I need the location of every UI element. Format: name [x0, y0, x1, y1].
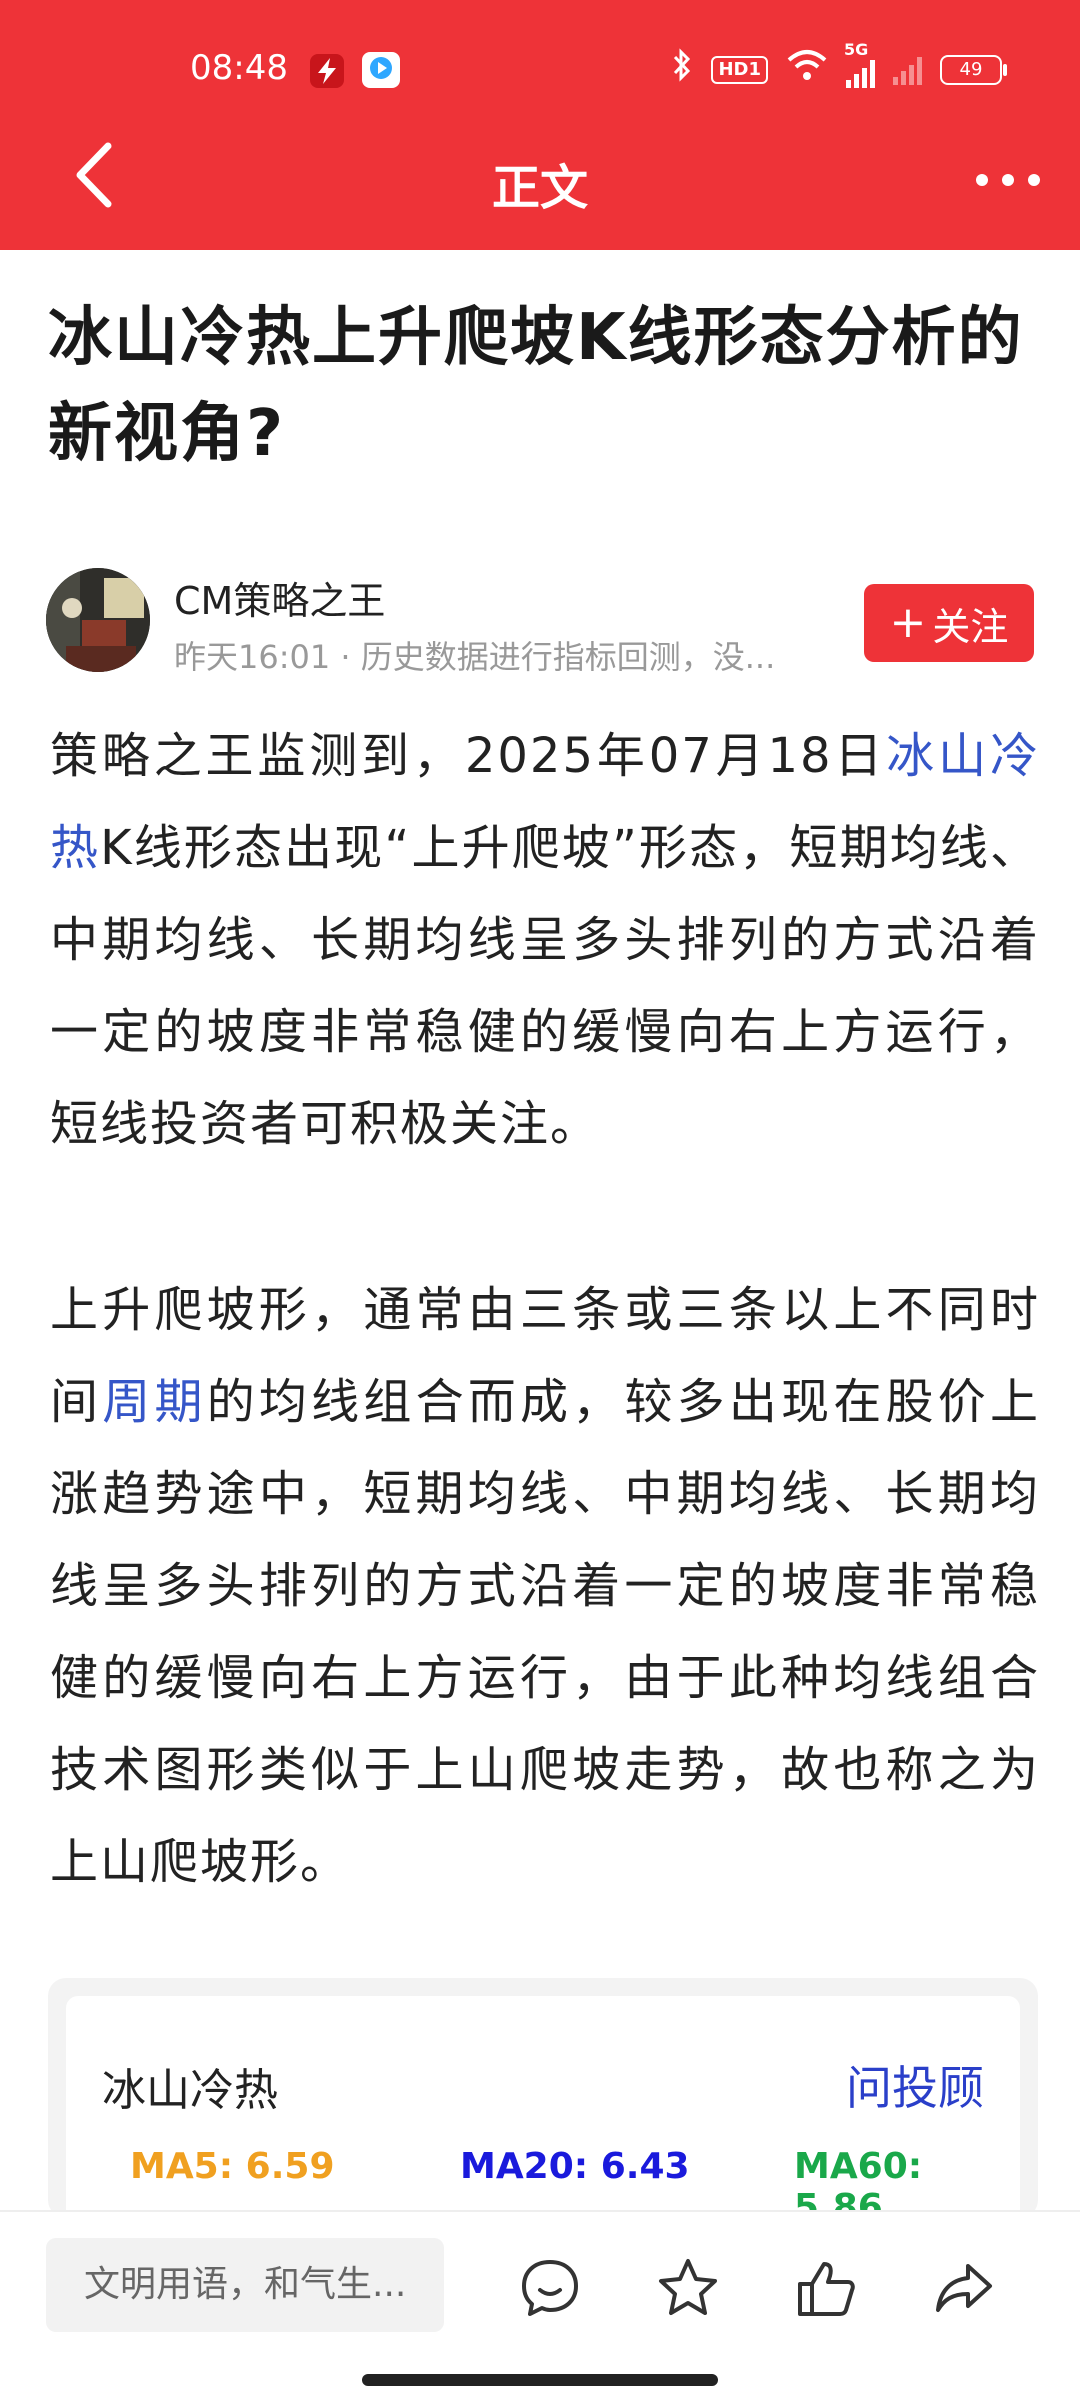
signal-sim2-icon — [893, 55, 922, 85]
follow-label: 关注 — [932, 604, 1009, 649]
term-link[interactable]: 周期 — [102, 1374, 206, 1430]
bottom-action-bar: 文明用语，和气生... — [0, 2210, 1080, 2402]
ma5-value: MA5: 6.59 — [130, 2146, 335, 2187]
paragraph-text: 策略之王监测到，2025年07月18日 — [50, 728, 887, 784]
app-notification-icon — [310, 54, 344, 88]
bluetooth-icon — [671, 47, 693, 93]
hd-badge: HD1 — [711, 56, 768, 84]
favorite-button[interactable] — [656, 2256, 720, 2320]
author-avatar[interactable] — [46, 568, 150, 672]
more-dots-icon — [976, 174, 1040, 186]
top-bar: 08:48 HD1 5G 49 正文 — [0, 0, 1080, 250]
paragraph-text: 的均线组合而成，较多出现在股价上涨趋势途中，短期均线、中期均线、长期均线呈多头排… — [50, 1374, 1040, 1890]
stock-card-inner: 冰山冷热 问投顾 MA5: 6.59 MA20: 6.43 MA60: 5.86 — [66, 1996, 1020, 2236]
more-button[interactable] — [968, 160, 1048, 200]
video-app-icon — [362, 52, 400, 88]
wifi-icon — [786, 48, 828, 93]
author-meta: 昨天16:01 · 历史数据进行指标回测，没... — [174, 638, 776, 676]
comment-button[interactable] — [518, 2256, 582, 2320]
status-indicators: HD1 5G 49 — [671, 40, 1007, 93]
comment-bubble-icon — [522, 2260, 578, 2316]
network-type-label: 5G — [844, 40, 869, 59]
stock-card[interactable]: 冰山冷热 问投顾 MA5: 6.59 MA20: 6.43 MA60: 5.86 — [48, 1978, 1038, 2236]
article-paragraph-1: 策略之王监测到，2025年07月18日冰山冷热K线形态出现“上升爬坡”形态，短期… — [50, 710, 1040, 1170]
ask-advisor-link[interactable]: 问投顾 — [846, 2052, 984, 2118]
plus-icon: + — [889, 597, 927, 648]
share-button[interactable] — [932, 2256, 996, 2320]
share-arrow-icon — [936, 2264, 992, 2312]
star-icon — [659, 2259, 717, 2315]
ma20-value: MA20: 6.43 — [460, 2146, 690, 2187]
like-button[interactable] — [794, 2256, 858, 2320]
status-time: 08:48 — [190, 48, 288, 88]
card-stock-name: 冰山冷热 — [102, 2065, 278, 2116]
article-title: 冰山冷热上升爬坡K线形态分析的新视角? — [48, 301, 1024, 471]
comment-input[interactable]: 文明用语，和气生... — [46, 2238, 444, 2332]
home-indicator[interactable] — [362, 2374, 718, 2386]
battery-icon: 49 — [940, 55, 1007, 85]
follow-button[interactable]: + 关注 — [864, 584, 1034, 662]
page-title: 正文 — [491, 160, 588, 216]
article-paragraph-2: 上升爬坡形，通常由三条或三条以上不同时间周期的均线组合而成，较多出现在股价上涨趋… — [50, 1264, 1040, 1908]
author-name[interactable]: CM策略之王 — [174, 570, 385, 625]
thumbs-up-icon — [798, 2262, 855, 2316]
paragraph-text: K线形态出现“上升爬坡”形态，短期均线、中期均线、长期均线呈多头排列的方式沿着一… — [50, 820, 1040, 1152]
signal-5g-icon: 5G — [844, 40, 875, 88]
